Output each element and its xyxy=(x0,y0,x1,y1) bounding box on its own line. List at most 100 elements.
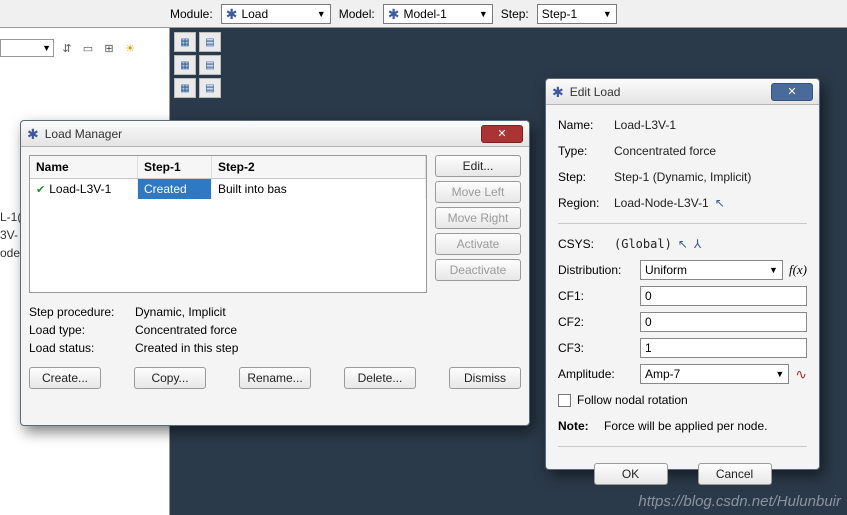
tree-icon[interactable]: ⊞ xyxy=(100,39,118,57)
ok-button[interactable]: OK xyxy=(594,463,668,485)
cursor-icon[interactable]: ↖ xyxy=(715,196,725,210)
name-label: Name: xyxy=(558,118,608,132)
updown-icon[interactable]: ⇵ xyxy=(58,39,76,57)
pick-csys-icon[interactable]: ↖ xyxy=(678,237,688,251)
csys-value: (Global) xyxy=(614,237,672,251)
cf3-label: CF3: xyxy=(558,341,634,355)
axes-icon[interactable]: ⅄ xyxy=(694,237,701,251)
table-row[interactable]: ✔ Load-L3V-1 Created Built into bas xyxy=(30,179,426,199)
model-icon: ✱ xyxy=(388,7,400,21)
palette-btn-1[interactable]: ▦ xyxy=(174,32,196,52)
step-select[interactable]: Step-1 ▼ xyxy=(537,4,617,24)
left-dropdown[interactable]: ▼ xyxy=(0,39,54,57)
model-value: Model-1 xyxy=(403,7,446,21)
load-type-label: Load type: xyxy=(29,321,129,339)
cf3-input[interactable]: 1 xyxy=(640,338,807,358)
load-status-value: Created in this step xyxy=(135,339,238,357)
app-icon: ✱ xyxy=(552,85,564,99)
type-value: Concentrated force xyxy=(614,144,716,158)
fx-button[interactable]: f(x) xyxy=(789,262,807,278)
follow-nodal-label: Follow nodal rotation xyxy=(577,393,688,407)
palette-btn-3[interactable]: ▦ xyxy=(174,55,196,75)
chevron-down-icon: ▼ xyxy=(479,9,488,19)
watermark: https://blog.csdn.net/Hulunbuir xyxy=(638,493,841,510)
col-step1[interactable]: Step-1 xyxy=(138,156,212,178)
cf1-label: CF1: xyxy=(558,289,634,303)
chevron-down-icon: ▼ xyxy=(317,9,326,19)
distribution-select[interactable]: Uniform ▼ xyxy=(640,260,783,280)
move-left-button[interactable]: Move Left xyxy=(435,181,521,203)
move-right-button[interactable]: Move Right xyxy=(435,207,521,229)
chevron-down-icon: ▼ xyxy=(775,369,784,379)
note-value: Force will be applied per node. xyxy=(604,419,767,433)
csys-label: CSYS: xyxy=(558,237,608,251)
top-toolbar: Module: ✱ Load ▼ Model: ✱ Model-1 ▼ Step… xyxy=(0,0,847,28)
close-button[interactable]: ✕ xyxy=(481,125,523,143)
load-status-label: Load status: xyxy=(29,339,129,357)
module-value: Load xyxy=(241,7,268,21)
amplitude-curve-icon[interactable]: ∿ xyxy=(795,366,807,383)
bulb-icon[interactable]: ☀ xyxy=(121,39,139,57)
folder-icon[interactable]: ▭ xyxy=(79,39,97,57)
row-step1: Created xyxy=(138,179,212,199)
model-select[interactable]: ✱ Model-1 ▼ xyxy=(383,4,493,24)
activate-button[interactable]: Activate xyxy=(435,233,521,255)
distribution-label: Distribution: xyxy=(558,263,634,277)
rename-button[interactable]: Rename... xyxy=(239,367,311,389)
palette-btn-2[interactable]: ▤ xyxy=(199,32,221,52)
edit-load-title: Edit Load xyxy=(570,85,621,99)
tool-palette: ▦ ▤ ▦ ▤ ▦ ▤ xyxy=(172,30,224,100)
palette-btn-6[interactable]: ▤ xyxy=(199,78,221,98)
deactivate-button[interactable]: Deactivate xyxy=(435,259,521,281)
name-value: Load-L3V-1 xyxy=(614,118,676,132)
delete-button[interactable]: Delete... xyxy=(344,367,416,389)
row-step2: Built into bas xyxy=(212,179,426,199)
type-label: Type: xyxy=(558,144,608,158)
module-select[interactable]: ✱ Load ▼ xyxy=(221,4,331,24)
col-step2[interactable]: Step-2 xyxy=(212,156,426,178)
distribution-value: Uniform xyxy=(645,263,687,277)
app-icon: ✱ xyxy=(27,127,39,141)
cf2-label: CF2: xyxy=(558,315,634,329)
palette-btn-5[interactable]: ▦ xyxy=(174,78,196,98)
follow-nodal-checkbox[interactable] xyxy=(558,394,571,407)
step-label: Step: xyxy=(501,7,529,21)
load-table: Name Step-1 Step-2 ✔ Load-L3V-1 Created B… xyxy=(29,155,427,293)
edit-load-dialog: ✱ Edit Load ✕ Name: Load-L3V-1 Type: Conce… xyxy=(545,78,820,470)
copy-button[interactable]: Copy... xyxy=(134,367,206,389)
load-manager-dialog: ✱ Load Manager ✕ Name Step-1 Step-2 ✔ Loa… xyxy=(20,120,530,426)
chevron-down-icon: ▼ xyxy=(769,265,778,275)
note-label: Note: xyxy=(558,419,589,433)
step-value: Step-1 xyxy=(542,7,577,21)
col-name[interactable]: Name xyxy=(30,156,138,178)
model-label: Model: xyxy=(339,7,375,21)
edit-load-titlebar[interactable]: ✱ Edit Load ✕ xyxy=(546,79,819,105)
amplitude-select[interactable]: Amp-7 ▼ xyxy=(640,364,789,384)
step-value: Step-1 (Dynamic, Implicit) xyxy=(614,170,751,184)
load-manager-title: Load Manager xyxy=(45,127,122,141)
cancel-button[interactable]: Cancel xyxy=(698,463,772,485)
module-icon: ✱ xyxy=(226,7,238,21)
amplitude-label: Amplitude: xyxy=(558,367,634,381)
load-info: Step procedure:Dynamic, Implicit Load ty… xyxy=(29,303,521,357)
create-button[interactable]: Create... xyxy=(29,367,101,389)
region-label: Region: xyxy=(558,196,608,210)
amplitude-value: Amp-7 xyxy=(645,367,680,381)
model-tree-fragment: L-1( 3V- ode xyxy=(0,208,20,262)
chevron-down-icon: ▼ xyxy=(603,9,612,19)
edit-button[interactable]: Edit... xyxy=(435,155,521,177)
palette-btn-4[interactable]: ▤ xyxy=(199,55,221,75)
region-value: Load-Node-L3V-1 xyxy=(614,196,709,210)
module-label: Module: xyxy=(170,7,213,21)
close-button[interactable]: ✕ xyxy=(771,83,813,101)
chevron-down-icon: ▼ xyxy=(42,43,51,53)
cf1-input[interactable]: 0 xyxy=(640,286,807,306)
check-icon: ✔ xyxy=(36,183,45,196)
step-label: Step: xyxy=(558,170,608,184)
cf2-input[interactable]: 0 xyxy=(640,312,807,332)
row-name: Load-L3V-1 xyxy=(49,182,111,196)
dismiss-button[interactable]: Dismiss xyxy=(449,367,521,389)
load-type-value: Concentrated force xyxy=(135,321,237,339)
step-proc-value: Dynamic, Implicit xyxy=(135,303,226,321)
load-manager-titlebar[interactable]: ✱ Load Manager ✕ xyxy=(21,121,529,147)
